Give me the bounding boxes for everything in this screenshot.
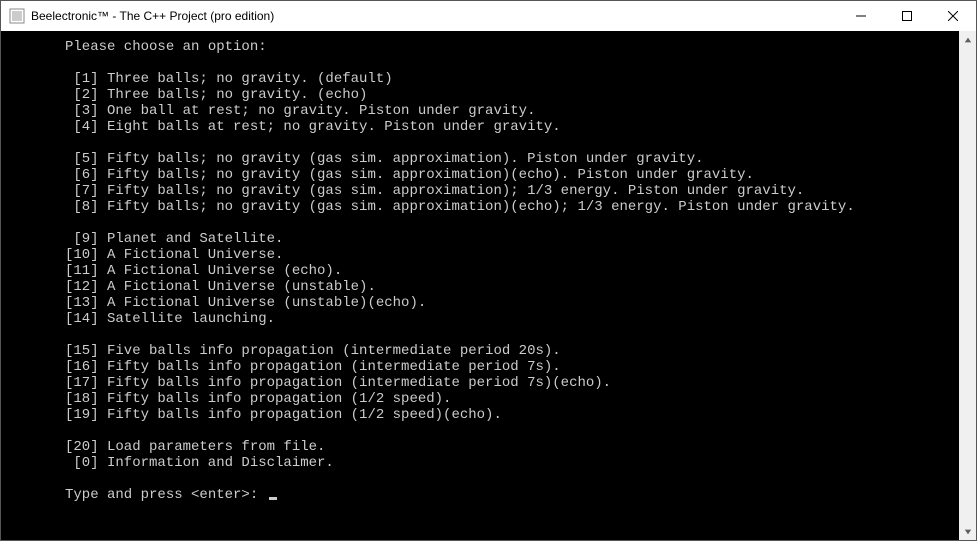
menu-option: [15] Five balls info propagation (interm… xyxy=(65,343,949,359)
window-controls xyxy=(838,1,976,31)
menu-option: [4] Eight balls at rest; no gravity. Pis… xyxy=(65,119,949,135)
menu-option: [1] Three balls; no gravity. (default) xyxy=(65,71,949,87)
scroll-down-button[interactable] xyxy=(959,523,976,540)
vertical-scrollbar[interactable] xyxy=(959,31,976,540)
menu-option: [0] Information and Disclaimer. xyxy=(65,455,949,471)
console-output[interactable]: Please choose an option: [1] Three balls… xyxy=(1,31,959,540)
window-title: Beelectronic™ - The C++ Project (pro edi… xyxy=(31,9,838,23)
menu-option: [20] Load parameters from file. xyxy=(65,439,949,455)
prompt-text: Type and press <enter>: xyxy=(65,487,267,503)
close-button[interactable] xyxy=(930,1,976,31)
input-prompt[interactable]: Type and press <enter>: xyxy=(65,487,949,503)
menu-option: [2] Three balls; no gravity. (echo) xyxy=(65,87,949,103)
blank-line xyxy=(65,215,949,231)
menu-option: [3] One ball at rest; no gravity. Piston… xyxy=(65,103,949,119)
menu-option: [11] A Fictional Universe (echo). xyxy=(65,263,949,279)
text-cursor xyxy=(269,497,277,500)
menu-option: [10] A Fictional Universe. xyxy=(65,247,949,263)
menu-option: [8] Fifty balls; no gravity (gas sim. ap… xyxy=(65,199,949,215)
menu-option: [14] Satellite launching. xyxy=(65,311,949,327)
menu-option: [17] Fifty balls info propagation (inter… xyxy=(65,375,949,391)
maximize-button[interactable] xyxy=(884,1,930,31)
scroll-track[interactable] xyxy=(959,48,976,523)
menu-option: [19] Fifty balls info propagation (1/2 s… xyxy=(65,407,949,423)
blank-line xyxy=(65,55,949,71)
menu-option: [18] Fifty balls info propagation (1/2 s… xyxy=(65,391,949,407)
app-icon xyxy=(9,8,25,24)
console-area: Please choose an option: [1] Three balls… xyxy=(1,31,976,540)
menu-option: [13] A Fictional Universe (unstable)(ech… xyxy=(65,295,949,311)
minimize-button[interactable] xyxy=(838,1,884,31)
scroll-up-button[interactable] xyxy=(959,31,976,48)
window-titlebar: Beelectronic™ - The C++ Project (pro edi… xyxy=(1,1,976,31)
menu-option: [6] Fifty balls; no gravity (gas sim. ap… xyxy=(65,167,949,183)
menu-option: [16] Fifty balls info propagation (inter… xyxy=(65,359,949,375)
menu-option: [5] Fifty balls; no gravity (gas sim. ap… xyxy=(65,151,949,167)
blank-line xyxy=(65,471,949,487)
menu-option: [7] Fifty balls; no gravity (gas sim. ap… xyxy=(65,183,949,199)
blank-line xyxy=(65,423,949,439)
menu-option: [9] Planet and Satellite. xyxy=(65,231,949,247)
menu-option: [12] A Fictional Universe (unstable). xyxy=(65,279,949,295)
console-header: Please choose an option: xyxy=(65,39,949,55)
blank-line xyxy=(65,135,949,151)
blank-line xyxy=(65,327,949,343)
